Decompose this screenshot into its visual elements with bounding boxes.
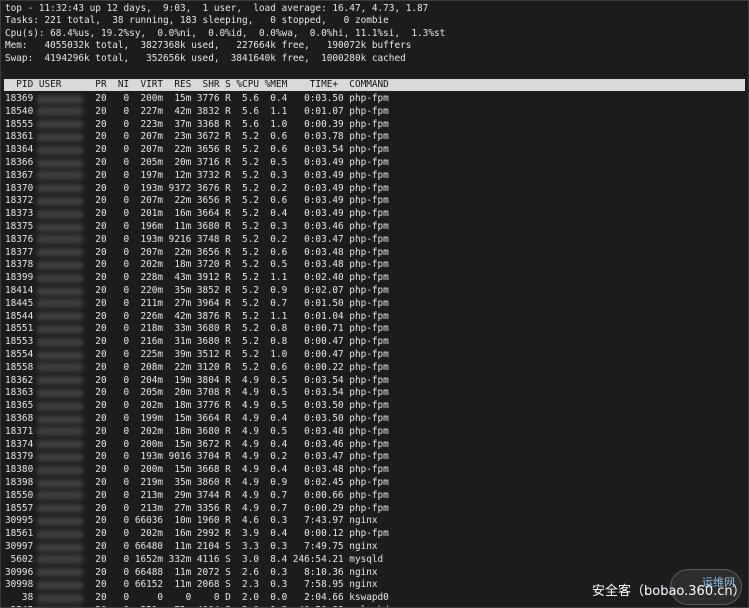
redacted-user [37, 337, 83, 347]
redacted-user [37, 580, 83, 590]
redacted-user [37, 299, 83, 309]
redacted-user [37, 427, 83, 437]
redacted-user [37, 273, 83, 283]
redacted-user [37, 145, 83, 155]
redacted-user [37, 542, 83, 552]
redacted-user [37, 504, 83, 514]
redacted-user [37, 516, 83, 526]
redacted-user [37, 376, 83, 386]
redacted-user [37, 235, 83, 245]
redacted-user [37, 452, 83, 462]
watermark-text: 安全客（bobao.360.cn） [592, 584, 746, 599]
summary-line: Swap: 4194296k total, 352656k used, 3841… [5, 52, 406, 64]
redacted-user [37, 593, 83, 603]
redacted-user [37, 107, 83, 117]
header-row: PID USER PR NI VIRT RES SHR S %CPU %MEM … [5, 79, 389, 90]
summary-line: Tasks: 221 total, 38 running, 183 sleepi… [5, 15, 389, 27]
redacted-user [37, 401, 83, 411]
redacted-user [37, 388, 83, 398]
redacted-user [37, 209, 83, 219]
redacted-user [37, 260, 83, 270]
redacted-user [37, 132, 83, 142]
summary-line: top - 11:32:43 up 12 days, 9:03, 1 user,… [5, 3, 429, 14]
redacted-user [37, 196, 83, 206]
redacted-user [37, 158, 83, 168]
redacted-user [37, 286, 83, 296]
redacted-user [37, 248, 83, 258]
redacted-user [37, 414, 83, 424]
redacted-user [37, 529, 83, 539]
redacted-user [37, 184, 83, 194]
redacted-user [37, 94, 83, 104]
summary-line: Cpu(s): 68.4%us, 19.2%sy, 0.0%ni, 0.0%id… [5, 27, 446, 39]
redacted-user [37, 363, 83, 373]
redacted-user [37, 312, 83, 322]
summary-line: Mem: 4055032k total, 3827368k used, 2276… [5, 40, 412, 52]
redacted-user [37, 440, 83, 450]
redacted-user [37, 324, 83, 334]
redacted-user [37, 465, 83, 475]
redacted-user [37, 120, 83, 130]
watermark: 运维网 安全客（bobao.360.cn） [592, 569, 746, 605]
redacted-user [37, 171, 83, 181]
redacted-user [37, 222, 83, 232]
redacted-user [37, 555, 83, 565]
redacted-user [37, 491, 83, 501]
redacted-user [37, 568, 83, 578]
redacted-user [37, 350, 83, 360]
redacted-user [37, 478, 83, 488]
process-table-header: PID USER PR NI VIRT RES SHR S %CPU %MEM … [4, 79, 745, 91]
terminal-window[interactable]: top - 11:32:43 up 12 days, 9:03, 1 user,… [0, 0, 749, 608]
